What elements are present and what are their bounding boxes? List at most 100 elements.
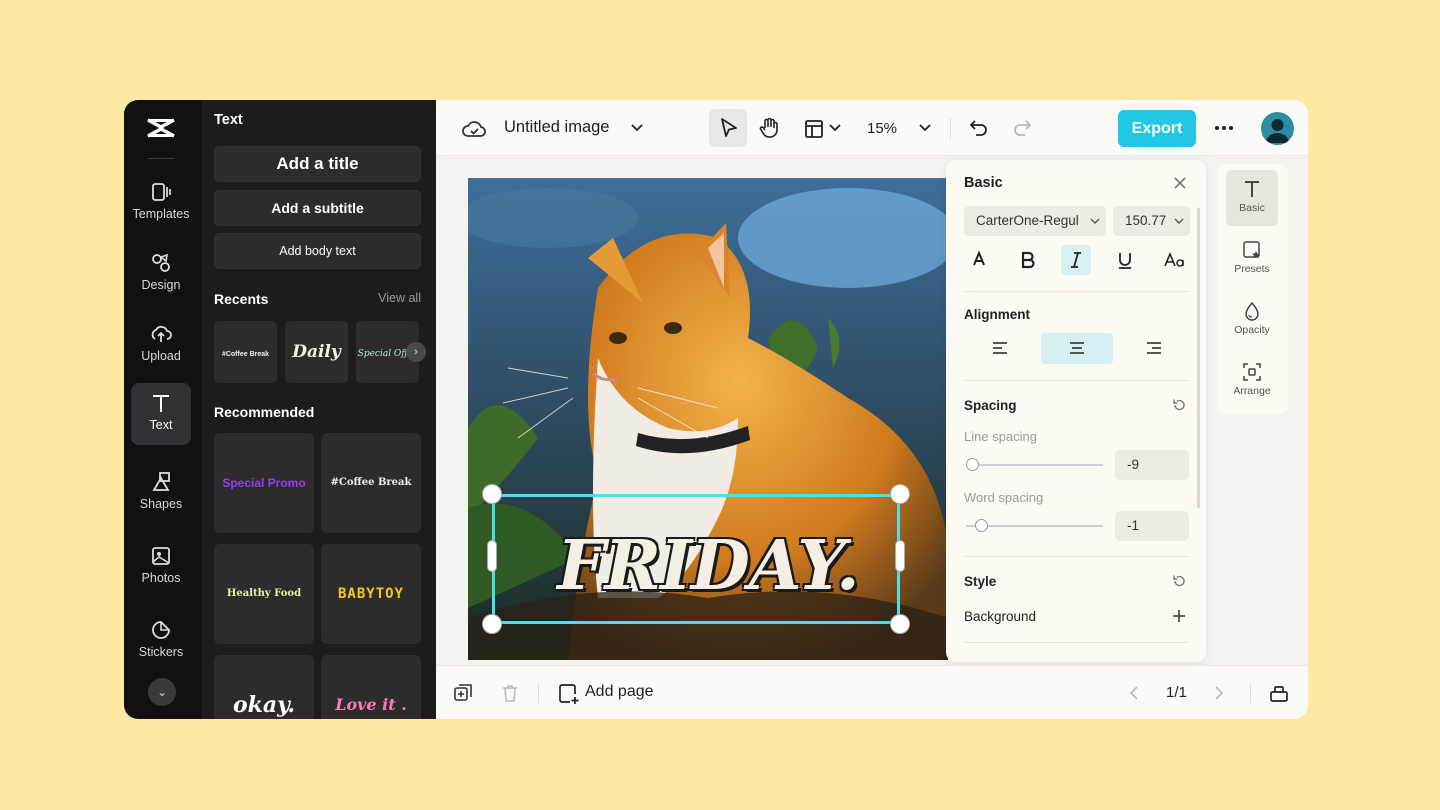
recommended-label: Healthy Food <box>226 588 302 599</box>
reset-icon[interactable] <box>1172 398 1186 412</box>
cloud-sync-icon[interactable] <box>462 118 486 140</box>
page-panel-toggle-icon[interactable] <box>1269 683 1289 703</box>
style-title: Style <box>964 574 997 589</box>
word-spacing-slider-knob[interactable] <box>975 519 989 532</box>
resize-handle-bottom-right[interactable] <box>890 614 910 634</box>
tab-basic[interactable]: Basic <box>1226 170 1278 226</box>
add-body-text-button[interactable]: Add body text <box>214 233 421 269</box>
align-right-icon <box>1147 342 1161 354</box>
line-spacing-slider-knob[interactable] <box>965 458 979 471</box>
canvas-image[interactable]: FRIDAY. <box>468 178 948 660</box>
recommended-card[interactable]: Healthy Food <box>214 544 314 644</box>
panel-scrollbar[interactable] <box>1197 208 1200 508</box>
resize-handle-top-left[interactable] <box>482 484 502 504</box>
rail-item-shapes[interactable]: Shapes <box>131 462 191 524</box>
app-window: Templates Design Upload Text Shapes Phot… <box>124 100 1308 719</box>
text-basic-icon <box>1245 181 1259 197</box>
cursor-icon <box>721 118 737 137</box>
rail-item-templates[interactable]: Templates <box>131 172 191 234</box>
rail-divider <box>148 158 174 159</box>
bold-button[interactable] <box>1013 245 1043 275</box>
italic-button[interactable] <box>1061 245 1091 275</box>
zoom-level[interactable]: 15% <box>867 120 897 137</box>
resize-handle-right[interactable] <box>895 540 905 572</box>
chevron-down-icon[interactable] <box>918 123 932 133</box>
text-case-button[interactable] <box>1159 245 1189 275</box>
background-label: Background <box>964 609 1037 624</box>
recommended-card[interactable]: okay. <box>214 655 314 719</box>
bottom-divider <box>538 683 539 703</box>
recommended-card[interactable]: Special Promo <box>214 433 314 533</box>
line-spacing-input[interactable]: -9 <box>1115 450 1189 480</box>
recommended-card[interactable]: BABYTOY <box>321 544 421 644</box>
export-button[interactable]: Export <box>1118 110 1196 147</box>
tab-opacity[interactable]: Opacity <box>1226 292 1278 348</box>
tab-label: Basic <box>1239 202 1265 214</box>
underline-button[interactable] <box>1110 245 1140 275</box>
rail-item-text[interactable]: Text <box>131 383 191 445</box>
align-right-button[interactable] <box>1118 333 1190 364</box>
chevron-left-icon[interactable] <box>1128 685 1140 701</box>
text-panel: Text Add a title Add a subtitle Add body… <box>202 100 436 719</box>
hand-icon[interactable] <box>757 116 781 140</box>
recommended-card[interactable]: #Coffee Break <box>321 433 421 533</box>
chevron-down-icon[interactable]: ⌄ <box>148 678 176 706</box>
reset-icon[interactable] <box>1172 574 1186 588</box>
font-size-select[interactable]: 150.77 <box>1113 206 1190 236</box>
panel-title: Text <box>214 112 243 128</box>
word-spacing-input[interactable]: -1 <box>1115 511 1189 541</box>
resize-handle-left[interactable] <box>487 540 497 572</box>
recommended-title: Recommended <box>214 404 315 420</box>
add-subtitle-button[interactable]: Add a subtitle <box>214 190 421 226</box>
text-case-icon <box>1164 251 1184 267</box>
more-icon[interactable] <box>1212 120 1236 136</box>
alignment-title: Alignment <box>964 307 1030 322</box>
chevron-right-icon[interactable]: › <box>406 342 426 362</box>
close-icon[interactable] <box>1173 176 1187 190</box>
align-left-button[interactable] <box>964 333 1036 364</box>
trash-icon[interactable] <box>500 683 520 703</box>
chevron-right-icon[interactable] <box>1213 685 1225 701</box>
line-spacing-slider[interactable] <box>966 464 1103 466</box>
selection-box[interactable] <box>492 494 900 624</box>
recommended-label: okay. <box>232 692 296 718</box>
view-all-link[interactable]: View all <box>378 291 421 305</box>
resize-handle-top-right[interactable] <box>890 484 910 504</box>
add-title-button[interactable]: Add a title <box>214 146 421 182</box>
layout-icon[interactable] <box>804 119 824 139</box>
avatar[interactable] <box>1261 112 1294 145</box>
rail-item-design[interactable]: Design <box>131 243 191 305</box>
chevron-down-icon[interactable] <box>828 123 842 133</box>
text-color-button[interactable] <box>964 245 994 275</box>
chevron-down-icon <box>1174 218 1184 224</box>
rail-item-photos[interactable]: Photos <box>131 536 191 598</box>
align-left-icon <box>993 342 1007 354</box>
recent-item[interactable]: #Coffee Break <box>214 321 277 383</box>
document-title[interactable]: Untitled image <box>504 118 609 137</box>
user-icon <box>1266 119 1289 143</box>
divider <box>964 291 1189 292</box>
select-tool-button[interactable] <box>709 109 747 147</box>
recent-item[interactable]: Daily <box>285 321 348 383</box>
tab-arrange[interactable]: Arrange <box>1226 353 1278 409</box>
divider <box>964 642 1189 643</box>
font-family-select[interactable]: CarterOne-Regul <box>964 206 1106 236</box>
resize-handle-bottom-left[interactable] <box>482 614 502 634</box>
rail-label: Upload <box>141 349 181 363</box>
recommended-card[interactable]: Love it . <box>321 655 421 719</box>
align-center-button[interactable] <box>1041 333 1113 364</box>
recommended-label: Special Promo <box>222 476 306 490</box>
plus-icon[interactable] <box>1172 609 1186 623</box>
capcut-logo-icon[interactable] <box>144 114 178 142</box>
redo-icon[interactable] <box>1011 117 1033 139</box>
chevron-down-icon[interactable] <box>630 122 644 134</box>
rail-item-upload[interactable]: Upload <box>131 314 191 376</box>
presets-icon <box>1243 241 1260 259</box>
rail-item-stickers[interactable]: Stickers <box>131 610 191 672</box>
italic-icon <box>1071 252 1081 268</box>
undo-icon[interactable] <box>968 117 990 139</box>
opacity-icon <box>1245 301 1259 321</box>
rail-label: Photos <box>141 571 181 585</box>
duplicate-page-icon[interactable] <box>453 683 473 703</box>
tab-presets[interactable]: Presets <box>1226 231 1278 287</box>
